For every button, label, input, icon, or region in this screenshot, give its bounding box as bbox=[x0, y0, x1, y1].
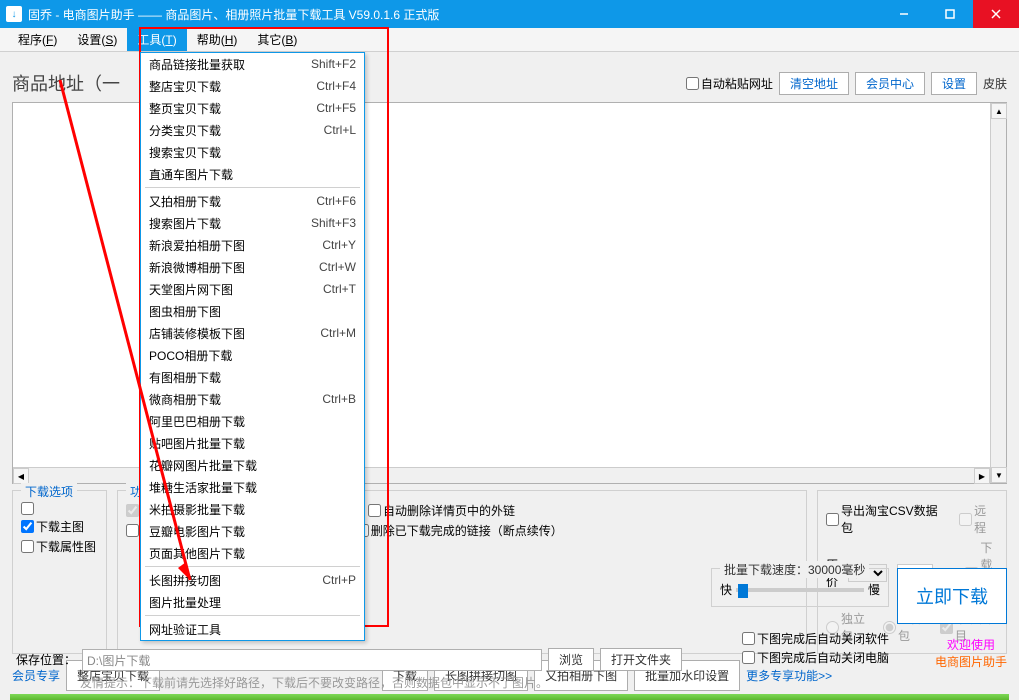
skin-label[interactable]: 皮肤 bbox=[983, 75, 1007, 92]
dropdown-item[interactable]: 贴吧图片批量下载 bbox=[141, 432, 364, 454]
close-software-checkbox[interactable]: 下图完成后自动关闭软件 bbox=[742, 630, 889, 647]
close-pc-checkbox[interactable]: 下图完成后自动关闭电脑 bbox=[742, 649, 889, 666]
save-row: 保存位置： D:\图片下载 浏览 打开文件夹 bbox=[16, 648, 682, 671]
dropdown-item[interactable]: 搜索图片下载Shift+F3 bbox=[141, 212, 364, 234]
dropdown-item[interactable]: 图虫相册下图 bbox=[141, 300, 364, 322]
more-vip-link[interactable]: 更多专享功能>> bbox=[746, 667, 832, 684]
export-csv-checkbox[interactable]: 导出淘宝CSV数据包 bbox=[826, 502, 949, 536]
dropdown-item[interactable]: 图片批量处理 bbox=[141, 591, 364, 613]
auto-del-ext-checkbox[interactable]: 自动删除详情页中的外链 bbox=[368, 502, 515, 519]
hint-text: 友情提示：下载前请先选择好路径，下载后不要改变路径，否则数据包中显示不了图片。 bbox=[80, 674, 548, 691]
maximize-button[interactable] bbox=[927, 0, 973, 28]
member-center-button[interactable]: 会员中心 bbox=[855, 72, 925, 95]
menu-h[interactable]: 帮助(H) bbox=[187, 28, 248, 51]
welcome-text: 欢迎使用 电商图片助手 bbox=[935, 636, 1007, 670]
dropdown-item[interactable]: 阿里巴巴相册下载 bbox=[141, 410, 364, 432]
dropdown-item[interactable]: POCO相册下载 bbox=[141, 344, 364, 366]
dropdown-item[interactable]: 长图拼接切图Ctrl+P bbox=[141, 569, 364, 591]
download-options-group: 下载选项 下载主图 下载属性图 bbox=[12, 490, 107, 654]
chk-hidden[interactable] bbox=[21, 502, 34, 515]
menu-t[interactable]: 工具(T) bbox=[127, 28, 186, 51]
menu-b[interactable]: 其它(B) bbox=[247, 28, 307, 51]
window-title: 固乔 - 电商图片助手 —— 商品图片、相册照片批量下载工具 V59.0.1.6… bbox=[28, 6, 881, 23]
menu-bar: 程序(F)设置(S)工具(T)帮助(H)其它(B) bbox=[0, 28, 1019, 52]
dropdown-separator bbox=[145, 615, 360, 616]
dropdown-item[interactable]: 新浪微博相册下图Ctrl+W bbox=[141, 256, 364, 278]
del-done-checkbox[interactable]: 删除已下载完成的链接（断点续传） bbox=[356, 522, 563, 539]
minimize-button[interactable] bbox=[881, 0, 927, 28]
save-path-input[interactable]: D:\图片下载 bbox=[82, 649, 542, 671]
dropdown-item[interactable]: 页面其他图片下载 bbox=[141, 542, 364, 564]
speed-slow-label: 慢 bbox=[868, 581, 880, 598]
speed-slider[interactable] bbox=[736, 588, 864, 592]
dropdown-item[interactable]: 整页宝贝下载Ctrl+F5 bbox=[141, 97, 364, 119]
dropdown-item[interactable]: 店铺装修模板下图Ctrl+M bbox=[141, 322, 364, 344]
dropdown-item[interactable]: 商品链接批量获取Shift+F2 bbox=[141, 53, 364, 75]
dropdown-item[interactable]: 米拍摄影批量下载 bbox=[141, 498, 364, 520]
settings-button[interactable]: 设置 bbox=[931, 72, 977, 95]
browse-button[interactable]: 浏览 bbox=[548, 648, 594, 671]
dropdown-item[interactable]: 又拍相册下载Ctrl+F6 bbox=[141, 190, 364, 212]
start-download-button[interactable]: 立即下载 bbox=[897, 568, 1007, 624]
open-folder-button[interactable]: 打开文件夹 bbox=[600, 648, 682, 671]
remote-checkbox: 远程 bbox=[959, 502, 998, 536]
dropdown-item[interactable]: 天堂图片网下图Ctrl+T bbox=[141, 278, 364, 300]
dropdown-item[interactable]: 堆糖生活家批量下载 bbox=[141, 476, 364, 498]
title-bar: ↓ 固乔 - 电商图片助手 —— 商品图片、相册照片批量下载工具 V59.0.1… bbox=[0, 0, 1019, 28]
dropdown-item[interactable]: 搜索宝贝下载 bbox=[141, 141, 364, 163]
address-label: 商品地址（一 bbox=[12, 70, 120, 96]
speed-title: 批量下载速度：30000毫秒 bbox=[720, 561, 869, 578]
dropdown-item[interactable]: 网址验证工具 bbox=[141, 618, 364, 640]
dropdown-item[interactable]: 有图相册下载 bbox=[141, 366, 364, 388]
dropdown-item[interactable]: 豆瓣电影图片下载 bbox=[141, 520, 364, 542]
close-button[interactable] bbox=[973, 0, 1019, 28]
download-attr-checkbox[interactable]: 下载属性图 bbox=[21, 538, 96, 555]
save-location-label: 保存位置： bbox=[16, 651, 76, 668]
dropdown-item[interactable]: 微商相册下载Ctrl+B bbox=[141, 388, 364, 410]
vertical-scrollbar[interactable]: ▲▼ bbox=[990, 103, 1006, 483]
dropdown-item[interactable]: 直通车图片下载 bbox=[141, 163, 364, 185]
speed-group: 批量下载速度：30000毫秒 快 慢 bbox=[711, 568, 889, 607]
status-bar bbox=[10, 694, 1009, 700]
group-title: 下载选项 bbox=[21, 483, 77, 500]
download-main-checkbox[interactable]: 下载主图 bbox=[21, 518, 84, 535]
dropdown-item[interactable]: 整店宝贝下载Ctrl+F4 bbox=[141, 75, 364, 97]
dropdown-item[interactable]: 花瓣网图片批量下载 bbox=[141, 454, 364, 476]
auto-paste-checkbox[interactable]: 自动粘贴网址 bbox=[686, 75, 773, 92]
dropdown-item[interactable]: 分类宝贝下载Ctrl+L bbox=[141, 119, 364, 141]
dropdown-separator bbox=[145, 187, 360, 188]
speed-fast-label: 快 bbox=[720, 581, 732, 598]
tools-dropdown: 商品链接批量获取Shift+F2整店宝贝下载Ctrl+F4整页宝贝下载Ctrl+… bbox=[140, 52, 365, 641]
dropdown-separator bbox=[145, 566, 360, 567]
menu-s[interactable]: 设置(S) bbox=[67, 28, 127, 51]
dropdown-item[interactable]: 新浪爱拍相册下图Ctrl+Y bbox=[141, 234, 364, 256]
menu-f[interactable]: 程序(F) bbox=[8, 28, 67, 51]
clear-address-button[interactable]: 清空地址 bbox=[779, 72, 849, 95]
app-icon: ↓ bbox=[6, 6, 22, 22]
